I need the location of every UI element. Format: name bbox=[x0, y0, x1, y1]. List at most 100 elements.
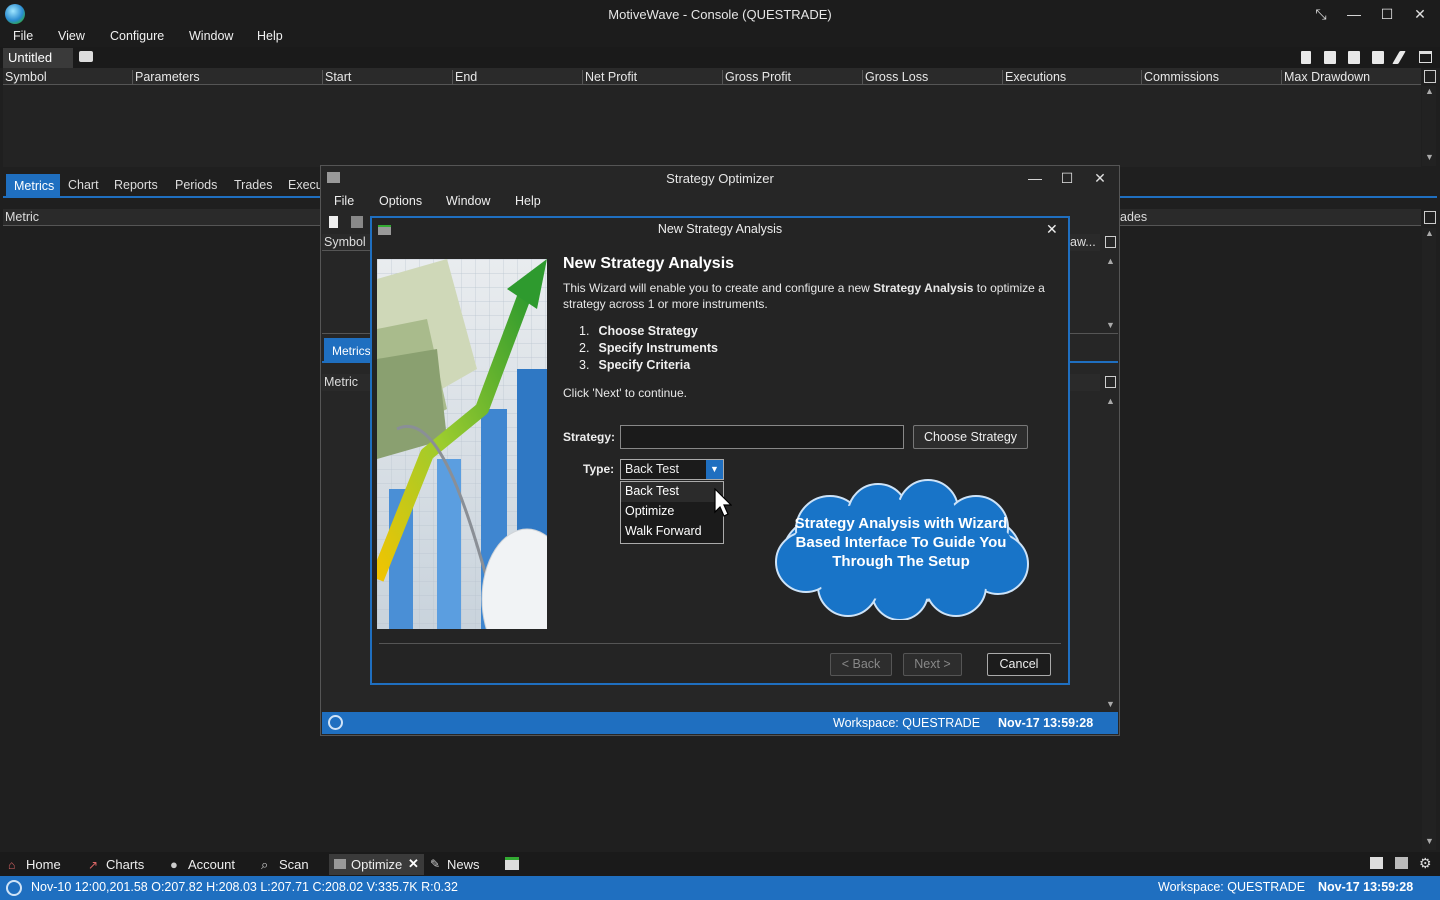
new-file-icon[interactable] bbox=[1301, 51, 1311, 64]
nav-charts[interactable]: Charts bbox=[106, 857, 144, 872]
column-gross-loss[interactable]: Gross Loss bbox=[862, 70, 928, 85]
news-icon: ✎ bbox=[430, 857, 441, 871]
scroll-up-icon[interactable]: ▲ bbox=[1425, 228, 1434, 238]
nav-account[interactable]: Account bbox=[188, 857, 235, 872]
account-icon: ● bbox=[170, 857, 178, 872]
optimizer-close-button[interactable]: ✕ bbox=[1085, 168, 1115, 188]
strategy-input[interactable] bbox=[620, 425, 904, 449]
tab-executions[interactable]: Execu bbox=[288, 178, 323, 192]
close-button[interactable]: ✕ bbox=[1405, 4, 1435, 24]
optimizer-menu-window[interactable]: Window bbox=[446, 194, 490, 208]
minimize-button[interactable]: — bbox=[1339, 4, 1369, 24]
menu-view[interactable]: View bbox=[58, 29, 85, 43]
step-3: 3. Specify Criteria bbox=[579, 358, 690, 372]
next-button[interactable]: Next > bbox=[903, 653, 962, 676]
cancel-button[interactable]: Cancel bbox=[987, 653, 1051, 676]
column-chooser-icon[interactable] bbox=[1424, 211, 1436, 224]
nav-scan[interactable]: Scan bbox=[279, 857, 309, 872]
column-gross-profit[interactable]: Gross Profit bbox=[722, 70, 791, 85]
scroll-up-icon[interactable]: ▲ bbox=[1425, 86, 1434, 96]
document-tab-bar bbox=[0, 47, 1440, 68]
trades-column-fragment[interactable]: ades bbox=[1120, 210, 1147, 224]
step-1: 1. Choose Strategy bbox=[579, 324, 698, 338]
optimizer-minimize-button[interactable]: — bbox=[1020, 168, 1050, 188]
tab-trades[interactable]: Trades bbox=[234, 178, 272, 192]
scroll-up-icon[interactable]: ▲ bbox=[1106, 396, 1115, 406]
layout-icon[interactable] bbox=[1370, 857, 1383, 869]
nav-optimize[interactable]: Optimize bbox=[351, 857, 402, 872]
column-chooser-icon[interactable] bbox=[1105, 236, 1116, 248]
scroll-down-icon[interactable]: ▼ bbox=[1425, 836, 1434, 846]
type-label: Type: bbox=[583, 462, 615, 476]
step-label: Specify Criteria bbox=[598, 358, 691, 372]
column-net-profit[interactable]: Net Profit bbox=[582, 70, 637, 85]
metrics-scrollbar[interactable]: ▲ ▼ bbox=[1422, 228, 1436, 850]
type-option-back-test[interactable]: Back Test bbox=[621, 482, 723, 502]
optimizer-drawdown-header[interactable]: aw... bbox=[1070, 234, 1100, 251]
optimizer-save-icon[interactable] bbox=[351, 216, 363, 228]
menu-configure[interactable]: Configure bbox=[110, 29, 164, 43]
column-symbol[interactable]: Symbol bbox=[3, 70, 47, 85]
add-workspace-icon[interactable] bbox=[505, 857, 519, 870]
type-option-optimize[interactable]: Optimize bbox=[621, 502, 723, 522]
column-max-drawdown[interactable]: Max Drawdown bbox=[1281, 70, 1370, 85]
column-commissions[interactable]: Commissions bbox=[1141, 70, 1219, 85]
optimizer-maximize-button[interactable]: ☐ bbox=[1052, 168, 1082, 188]
optimizer-metric-header[interactable]: Metric bbox=[322, 374, 370, 391]
fullscreen-icon[interactable]: ⤡ bbox=[1306, 4, 1336, 24]
step-label: Choose Strategy bbox=[598, 324, 698, 338]
step-number: 2. bbox=[579, 341, 590, 355]
column-executions[interactable]: Executions bbox=[1002, 70, 1066, 85]
scroll-up-icon[interactable]: ▲ bbox=[1106, 256, 1115, 266]
step-label: Specify Instruments bbox=[598, 341, 718, 355]
new-tab-icon[interactable] bbox=[79, 51, 93, 62]
description-bold: Strategy Analysis bbox=[873, 281, 974, 295]
windows-icon[interactable] bbox=[1395, 857, 1408, 869]
step-number: 1. bbox=[579, 324, 590, 338]
gear-icon[interactable]: ⚙ bbox=[1419, 855, 1432, 872]
growth-chart-illustration bbox=[377, 259, 547, 629]
column-parameters[interactable]: Parameters bbox=[132, 70, 200, 85]
status-bar: Nov-10 12:00,201.58 O:207.82 H:208.03 L:… bbox=[0, 876, 1440, 900]
dialog-close-button[interactable]: ✕ bbox=[1046, 221, 1058, 238]
scroll-down-icon[interactable]: ▼ bbox=[1425, 152, 1434, 162]
export-icon[interactable] bbox=[1372, 51, 1384, 64]
column-chooser-icon[interactable] bbox=[1105, 376, 1116, 388]
connection-icon bbox=[6, 880, 22, 896]
back-button[interactable]: < Back bbox=[830, 653, 892, 676]
menu-help[interactable]: Help bbox=[257, 29, 283, 43]
scroll-down-icon[interactable]: ▼ bbox=[1106, 320, 1115, 330]
column-end[interactable]: End bbox=[452, 70, 477, 85]
scroll-down-icon[interactable]: ▼ bbox=[1106, 699, 1115, 709]
close-tab-icon[interactable]: ✕ bbox=[408, 856, 419, 872]
tab-periods[interactable]: Periods bbox=[175, 178, 217, 192]
optimizer-tab-metrics[interactable]: Metrics bbox=[324, 338, 372, 362]
type-option-walk-forward[interactable]: Walk Forward bbox=[621, 522, 723, 542]
save-as-icon[interactable] bbox=[1348, 51, 1360, 64]
column-chooser-icon[interactable] bbox=[1424, 70, 1436, 83]
optimizer-symbol-header[interactable]: Symbol bbox=[322, 234, 370, 251]
window-icon[interactable] bbox=[1419, 51, 1432, 63]
tab-chart[interactable]: Chart bbox=[68, 178, 99, 192]
tab-metrics[interactable]: Metrics bbox=[6, 174, 60, 196]
tab-reports[interactable]: Reports bbox=[114, 178, 158, 192]
mouse-cursor-icon bbox=[714, 488, 732, 517]
maximize-button[interactable]: ☐ bbox=[1372, 4, 1402, 24]
strategy-label: Strategy: bbox=[563, 430, 616, 444]
save-icon[interactable] bbox=[1324, 51, 1336, 64]
status-workspace: Workspace: QUESTRADE bbox=[1158, 880, 1306, 894]
chevron-down-icon[interactable]: ▼ bbox=[706, 460, 723, 479]
results-scrollbar[interactable]: ▲ ▼ bbox=[1422, 86, 1436, 166]
column-start[interactable]: Start bbox=[322, 70, 351, 85]
menu-file[interactable]: File bbox=[13, 29, 33, 43]
nav-home[interactable]: Home bbox=[26, 857, 61, 872]
menu-window[interactable]: Window bbox=[189, 29, 233, 43]
choose-strategy-button[interactable]: Choose Strategy bbox=[913, 425, 1028, 449]
document-tab[interactable]: Untitled bbox=[3, 48, 73, 68]
optimizer-menu-file[interactable]: File bbox=[334, 194, 354, 208]
optimizer-menu-help[interactable]: Help bbox=[515, 194, 541, 208]
optimizer-status-workspace: Workspace: QUESTRADE bbox=[833, 716, 981, 730]
optimizer-menu-options[interactable]: Options bbox=[379, 194, 422, 208]
optimizer-new-icon[interactable] bbox=[329, 216, 338, 228]
nav-news[interactable]: News bbox=[447, 857, 480, 872]
